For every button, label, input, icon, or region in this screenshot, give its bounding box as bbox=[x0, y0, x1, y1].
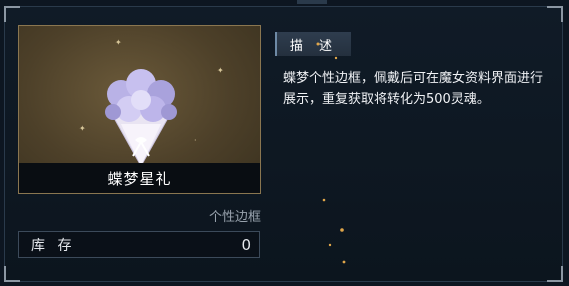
sparkle-icon: ✦ bbox=[79, 124, 86, 133]
item-preview-card: ✦ ✦ ✦ · 蝶梦星礼 bbox=[18, 25, 261, 194]
corner-ornament bbox=[547, 6, 563, 22]
flower-bouquet-icon bbox=[105, 69, 177, 168]
stock-row: 库 存 0 bbox=[18, 231, 260, 258]
item-name: 蝶梦星礼 bbox=[19, 163, 260, 193]
top-ornament bbox=[297, 0, 327, 4]
sparkle-icon: · bbox=[194, 136, 197, 145]
item-description: 蝶梦个性边框，佩戴后可在魔女资料界面进行展示，重复获取将转化为500灵魂。 bbox=[283, 71, 544, 107]
corner-ornament bbox=[4, 266, 20, 282]
corner-ornament bbox=[4, 6, 20, 22]
tab-description[interactable]: 描 述 bbox=[275, 32, 351, 56]
item-category: 个性边框 bbox=[208, 210, 261, 225]
stock-label: 库 存 bbox=[31, 237, 76, 254]
sparkle-icon: ✦ bbox=[217, 66, 224, 75]
sparkle-icon: ✦ bbox=[115, 38, 122, 47]
stock-value: 0 bbox=[241, 235, 251, 254]
corner-ornament bbox=[547, 266, 563, 282]
